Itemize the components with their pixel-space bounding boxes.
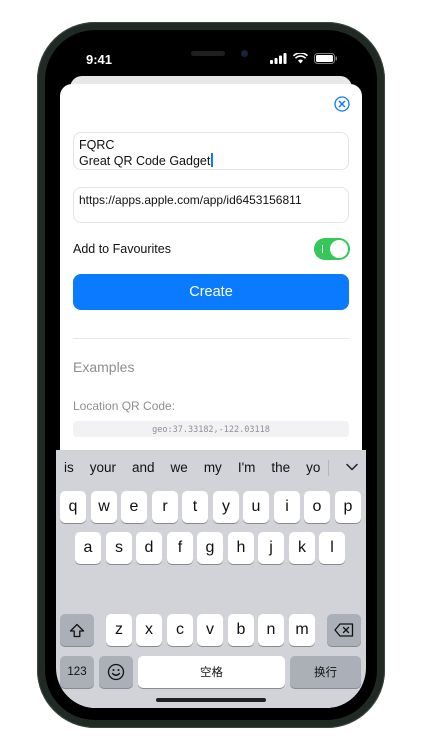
key-w[interactable]: w [91, 491, 117, 523]
suggestion[interactable]: my [204, 460, 222, 475]
wifi-icon [293, 53, 308, 64]
key-g[interactable]: g [197, 532, 223, 564]
key-a[interactable]: a [75, 532, 101, 564]
location-example-code[interactable]: geo:37.33182,-122.03118 [73, 421, 349, 437]
speaker-grille [191, 51, 225, 56]
emoji-key[interactable] [99, 656, 133, 688]
key-u[interactable]: u [243, 491, 269, 523]
divider [73, 338, 349, 339]
key-r[interactable]: r [152, 491, 178, 523]
key-j[interactable]: j [258, 532, 284, 564]
key-v[interactable]: v [197, 614, 223, 646]
key-t[interactable]: t [182, 491, 208, 523]
key-p[interactable]: p [335, 491, 361, 523]
key-d[interactable]: d [136, 532, 162, 564]
delete-key[interactable] [327, 614, 361, 646]
location-example-label: Location QR Code: [73, 399, 176, 413]
text-caret [211, 153, 213, 167]
suggestion[interactable]: yo [306, 460, 320, 475]
status-icons [270, 53, 338, 64]
key-i[interactable]: i [274, 491, 300, 523]
key-o[interactable]: o [304, 491, 330, 523]
suggestion[interactable]: the [271, 460, 290, 475]
name-field[interactable]: FQRC Great QR Code Gadget [73, 132, 349, 170]
status-bar: 9:41 [56, 42, 366, 76]
keyboard: is your and we my I'm the yo q w e r t y… [56, 450, 366, 708]
key-k[interactable]: k [289, 532, 315, 564]
favourites-label: Add to Favourites [73, 242, 171, 256]
shift-key[interactable] [60, 614, 94, 646]
suggestion-bar: is your and we my I'm the yo [56, 450, 366, 484]
key-c[interactable]: c [167, 614, 193, 646]
suggestion[interactable]: we [171, 460, 188, 475]
delete-icon [334, 623, 354, 637]
examples-title: Examples [73, 359, 135, 375]
url-field[interactable]: https://apps.apple.com/app/id6453156811 [73, 187, 349, 223]
key-z[interactable]: z [106, 614, 132, 646]
return-key[interactable]: 换行 [290, 656, 361, 688]
status-time: 9:41 [86, 52, 113, 67]
key-m[interactable]: m [289, 614, 315, 646]
suggestion[interactable]: and [132, 460, 155, 475]
phone-screen: 9:41 FQRC Great QR Code Gadget https://a… [56, 42, 366, 708]
key-b[interactable]: b [228, 614, 254, 646]
key-e[interactable]: e [121, 491, 147, 523]
key-y[interactable]: y [213, 491, 239, 523]
toggle-knob [330, 240, 348, 258]
space-key[interactable]: 空格 [138, 656, 285, 688]
suggestion[interactable]: your [90, 460, 116, 475]
key-q[interactable]: q [60, 491, 86, 523]
suggestion[interactable]: I'm [238, 460, 256, 475]
chevron-down-icon[interactable] [338, 450, 366, 484]
create-button[interactable]: Create [73, 274, 349, 310]
home-indicator [156, 698, 266, 702]
name-line-1: FQRC [79, 138, 115, 152]
suggestion[interactable]: is [64, 460, 74, 475]
close-circle-icon[interactable] [334, 96, 350, 112]
name-line-2-text: Great QR Code Gadget [79, 154, 211, 168]
numbers-key[interactable]: 123 [60, 656, 94, 688]
shift-icon [69, 623, 85, 637]
key-x[interactable]: x [136, 614, 162, 646]
key-h[interactable]: h [228, 532, 254, 564]
favourites-toggle[interactable] [314, 238, 350, 260]
key-f[interactable]: f [167, 532, 193, 564]
globe-icon[interactable] [76, 707, 98, 708]
key-n[interactable]: n [258, 614, 284, 646]
microphone-icon[interactable] [321, 706, 343, 708]
front-camera [241, 50, 248, 57]
toggle-on-mark [322, 245, 323, 253]
suggestion-separator [328, 460, 329, 476]
name-line-2: Great QR Code Gadget [79, 153, 343, 169]
battery-icon [314, 53, 337, 64]
signal-icon [270, 53, 287, 64]
key-s[interactable]: s [106, 532, 132, 564]
emoji-icon [107, 663, 125, 681]
key-l[interactable]: l [319, 532, 345, 564]
